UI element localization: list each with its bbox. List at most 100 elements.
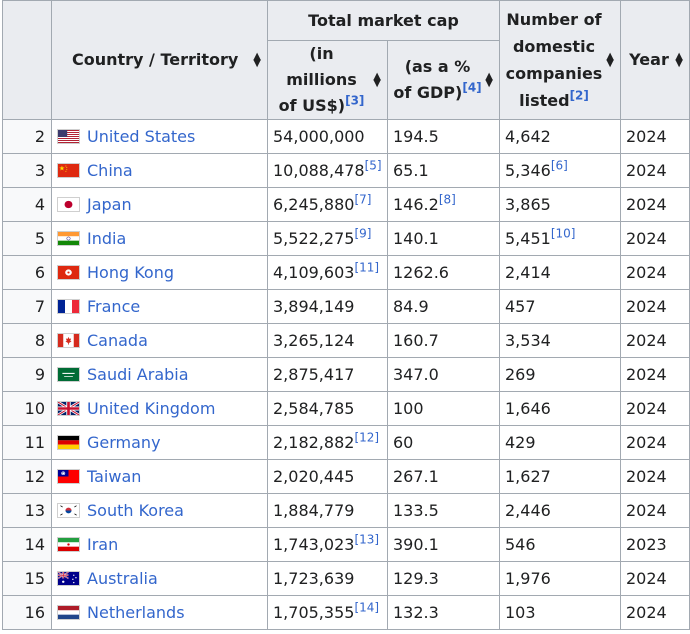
country-link[interactable]: France	[87, 297, 140, 316]
gdp-header-line2: of GDP)	[393, 83, 463, 102]
companies-value: 269	[505, 365, 536, 384]
millions-header[interactable]: (in millions of US$)[3] ▲ ▼	[267, 40, 388, 120]
sort-arrows-icon[interactable]: ▲ ▼	[675, 52, 683, 69]
gdp-header[interactable]: (as a % of GDP)[4] ▲ ▼	[387, 40, 500, 120]
gdp-cell: 194.5	[387, 119, 500, 154]
country-link[interactable]: Netherlands	[87, 603, 185, 622]
country-link[interactable]: China	[87, 161, 133, 180]
year-value: 2024	[626, 399, 667, 418]
companies-header-line2: domestic	[512, 37, 596, 56]
market-cap-value: 6,245,880	[273, 195, 355, 214]
year-cell: 2024	[620, 595, 690, 630]
companies-value: 4,642	[505, 127, 551, 146]
market-cap-ref[interactable]: [13]	[354, 533, 379, 547]
companies-cell: 3,865	[499, 187, 621, 222]
country-link[interactable]: Saudi Arabia	[87, 365, 189, 384]
au-flag-icon	[57, 570, 80, 586]
companies-value: 3,534	[505, 331, 551, 350]
table-row: 16 Netherlands 1,705,355[14] 132.3 103 2024	[2, 595, 690, 630]
year-cell: 2024	[620, 187, 690, 222]
country-link[interactable]: Hong Kong	[87, 263, 174, 282]
year-header[interactable]: Year ▲ ▼	[620, 0, 690, 120]
year-value: 2024	[626, 603, 667, 622]
country-cell: France	[51, 289, 268, 324]
gdp-cell: 133.5	[387, 493, 500, 528]
companies-ref[interactable]: [6]	[551, 159, 568, 173]
country-link[interactable]: Japan	[87, 195, 132, 214]
year-value: 2024	[626, 433, 667, 452]
country-link[interactable]: Canada	[87, 331, 148, 350]
companies-header[interactable]: Number of domestic companies listed[2] ▲…	[499, 0, 621, 120]
table-row: 11 Germany 2,182,882[12] 60 429 2024	[2, 425, 690, 460]
country-link[interactable]: South Korea	[87, 501, 184, 520]
year-cell: 2023	[620, 527, 690, 562]
market-cap-value: 1,743,023	[273, 535, 355, 554]
table-row: 10 United Kingdom 2,584,785 100 1,646 2024	[2, 391, 690, 426]
rank-cell: 12	[2, 459, 52, 494]
sort-arrows-icon[interactable]: ▲ ▼	[606, 52, 614, 69]
companies-cell: 429	[499, 425, 621, 460]
country-link[interactable]: Taiwan	[87, 467, 141, 486]
companies-ref[interactable]: [2]	[570, 89, 589, 103]
year-value: 2024	[626, 297, 667, 316]
gb-flag-icon	[57, 400, 80, 416]
rank-cell: 15	[2, 561, 52, 596]
rank-cell: 13	[2, 493, 52, 528]
year-value: 2024	[626, 501, 667, 520]
market-cap-ref[interactable]: [11]	[354, 261, 379, 275]
market-cap-cell: 1,723,639	[267, 561, 388, 596]
country-link[interactable]: Germany	[87, 433, 161, 452]
country-link[interactable]: United Kingdom	[87, 399, 215, 418]
companies-value: 5,346	[505, 161, 551, 180]
country-link[interactable]: Australia	[87, 569, 158, 588]
market-cap-ref[interactable]: [5]	[365, 159, 382, 173]
gdp-ref[interactable]: [8]	[439, 193, 456, 207]
rank-value: 16	[24, 603, 45, 622]
gdp-value: 140.1	[393, 229, 439, 248]
companies-value: 1,646	[505, 399, 551, 418]
companies-ref[interactable]: [10]	[551, 227, 576, 241]
market-cap-value: 54,000,000	[273, 127, 365, 146]
market-cap-cell: 5,522,275[9]	[267, 221, 388, 256]
market-cap-value: 1,884,779	[273, 501, 355, 520]
companies-cell: 2,414	[499, 255, 621, 290]
country-link[interactable]: Iran	[87, 535, 118, 554]
companies-value: 5,451	[505, 229, 551, 248]
table-row: 12 Taiwan 2,020,445 267.1 1,627 2024	[2, 459, 690, 494]
gdp-cell: 65.1	[387, 153, 500, 188]
rank-cell: 11	[2, 425, 52, 460]
country-header[interactable]: Country / Territory ▲ ▼	[51, 0, 268, 120]
market-cap-ref[interactable]: [7]	[354, 193, 371, 207]
year-cell: 2024	[620, 289, 690, 324]
tw-flag-icon	[57, 468, 80, 484]
companies-cell: 2,446	[499, 493, 621, 528]
country-link[interactable]: India	[87, 229, 126, 248]
market-cap-cell: 3,894,149	[267, 289, 388, 324]
year-header-label: Year	[629, 50, 669, 69]
us-flag-icon	[57, 128, 80, 144]
market-cap-ref[interactable]: [12]	[354, 431, 379, 445]
country-link[interactable]: United States	[87, 127, 195, 146]
year-value: 2024	[626, 331, 667, 350]
gdp-cell: 267.1	[387, 459, 500, 494]
companies-cell: 3,534	[499, 323, 621, 358]
market-cap-ref[interactable]: [14]	[354, 601, 379, 615]
country-cell: United States	[51, 119, 268, 154]
sort-arrows-icon[interactable]: ▲ ▼	[253, 52, 261, 69]
gdp-ref[interactable]: [4]	[462, 81, 481, 95]
country-cell: Hong Kong	[51, 255, 268, 290]
sort-arrows-icon[interactable]: ▲ ▼	[485, 72, 493, 89]
market-cap-cell: 2,182,882[12]	[267, 425, 388, 460]
country-cell: Taiwan	[51, 459, 268, 494]
companies-header-line1: Number of	[506, 10, 602, 29]
jp-flag-icon	[57, 196, 80, 212]
gdp-cell: 390.1	[387, 527, 500, 562]
rank-value: 10	[24, 399, 45, 418]
market-cap-ref[interactable]: [9]	[354, 227, 371, 241]
millions-ref[interactable]: [3]	[345, 94, 364, 108]
table-row: 9 Saudi Arabia 2,875,417 347.0 269 2024	[2, 357, 690, 392]
year-cell: 2024	[620, 119, 690, 154]
gdp-value: 347.0	[393, 365, 439, 384]
rank-value: 12	[24, 467, 45, 486]
sort-arrows-icon[interactable]: ▲ ▼	[373, 72, 381, 89]
